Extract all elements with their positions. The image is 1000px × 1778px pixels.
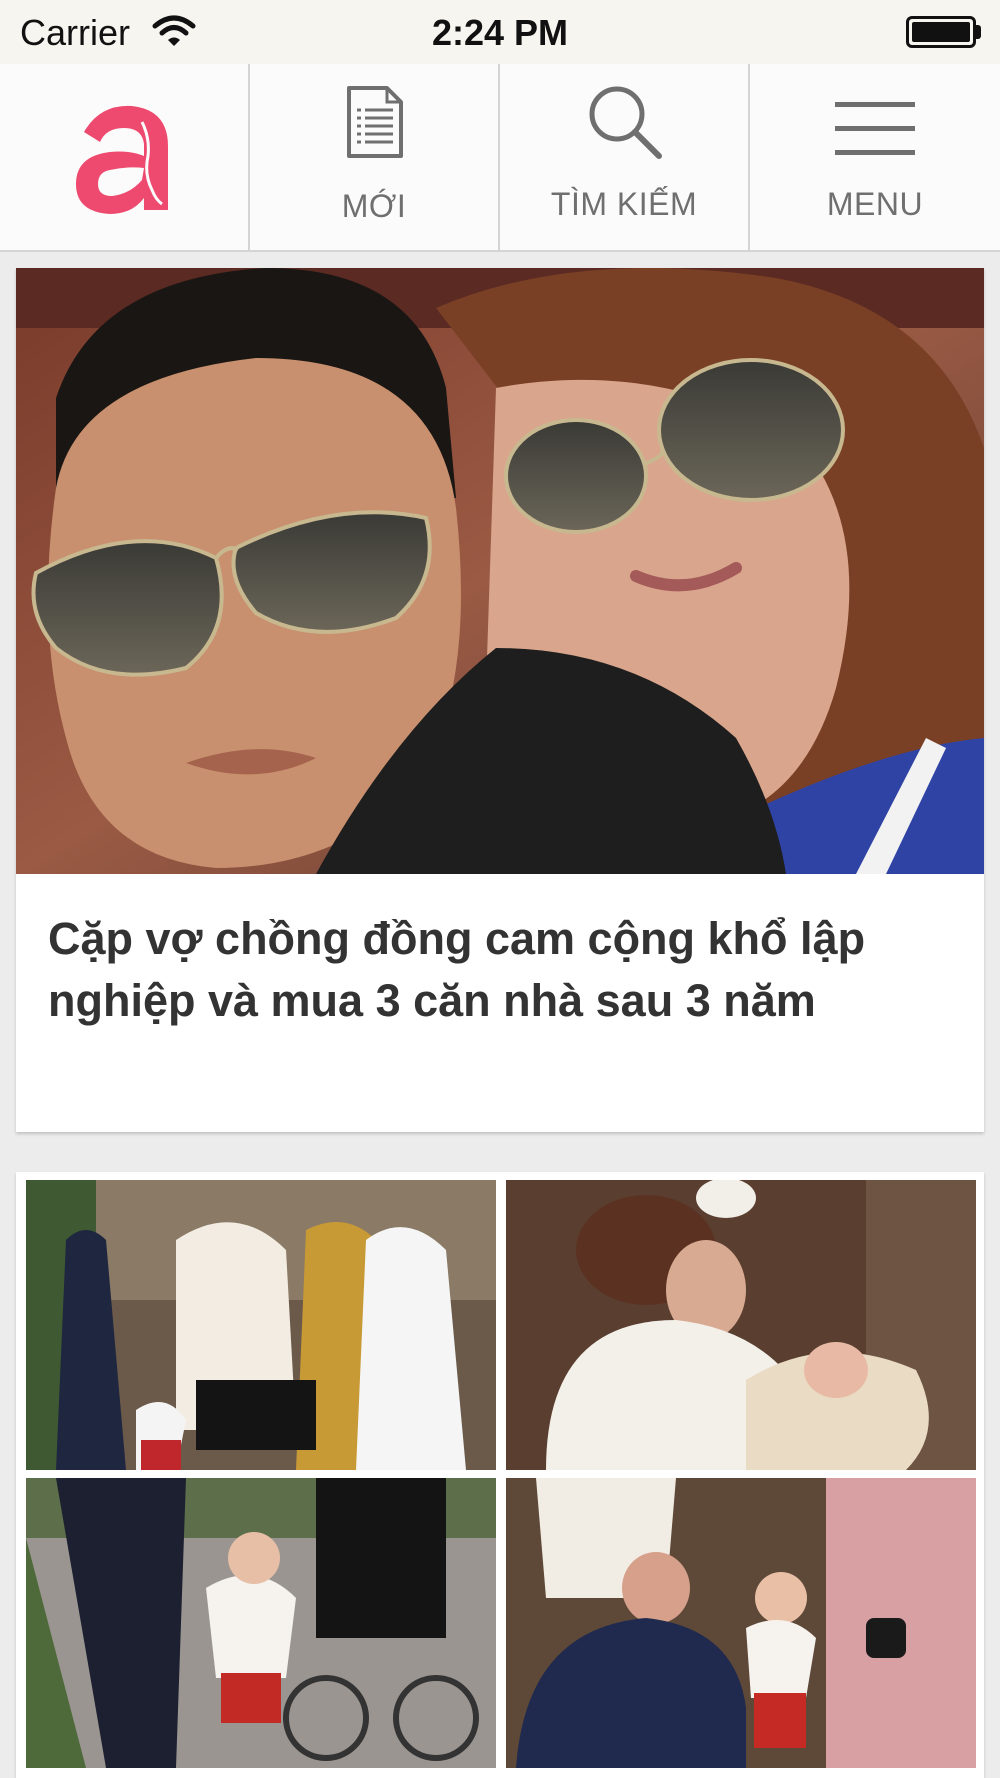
document-icon [347, 86, 403, 158]
photo-father-son-walk [26, 1478, 496, 1768]
photo-grid-card[interactable] [16, 1172, 984, 1778]
battery-nub [976, 25, 981, 39]
grid-photo[interactable] [26, 1180, 496, 1470]
tab-menu-label: MENU [826, 186, 924, 222]
status-bar: Carrier 2:24 PM [0, 0, 1000, 64]
photo-mother-baby [506, 1180, 976, 1470]
photo-royal-group [26, 1180, 496, 1470]
top-nav-bar: MỚI TÌM KIẾM MENU [0, 64, 1000, 252]
grid-photo[interactable] [506, 1478, 976, 1768]
article-hero-image [16, 268, 984, 874]
clock: 2:24 PM [431, 12, 569, 53]
couple-selfie-image [16, 268, 984, 874]
battery-icon [906, 16, 976, 48]
photo-father-son-crouch [506, 1478, 976, 1768]
search-icon [589, 86, 662, 159]
brand-logo-icon [76, 105, 168, 214]
tab-new-label: MỚI [341, 188, 407, 224]
tab-new[interactable]: MỚI [250, 64, 500, 250]
tab-menu[interactable]: MENU [750, 64, 1000, 250]
grid-photo[interactable] [26, 1478, 496, 1768]
tab-search[interactable]: TÌM KIẾM [500, 64, 750, 250]
home-logo-button[interactable] [0, 64, 250, 250]
article-title[interactable]: Cặp vợ chồng đồng cam cộng khổ lập nghiệ… [48, 908, 948, 1032]
article-card[interactable]: Cặp vợ chồng đồng cam cộng khổ lập nghiệ… [16, 268, 984, 1132]
hamburger-menu-icon [835, 102, 915, 155]
grid-photo[interactable] [506, 1180, 976, 1470]
tab-search-label: TÌM KIẾM [550, 186, 698, 222]
